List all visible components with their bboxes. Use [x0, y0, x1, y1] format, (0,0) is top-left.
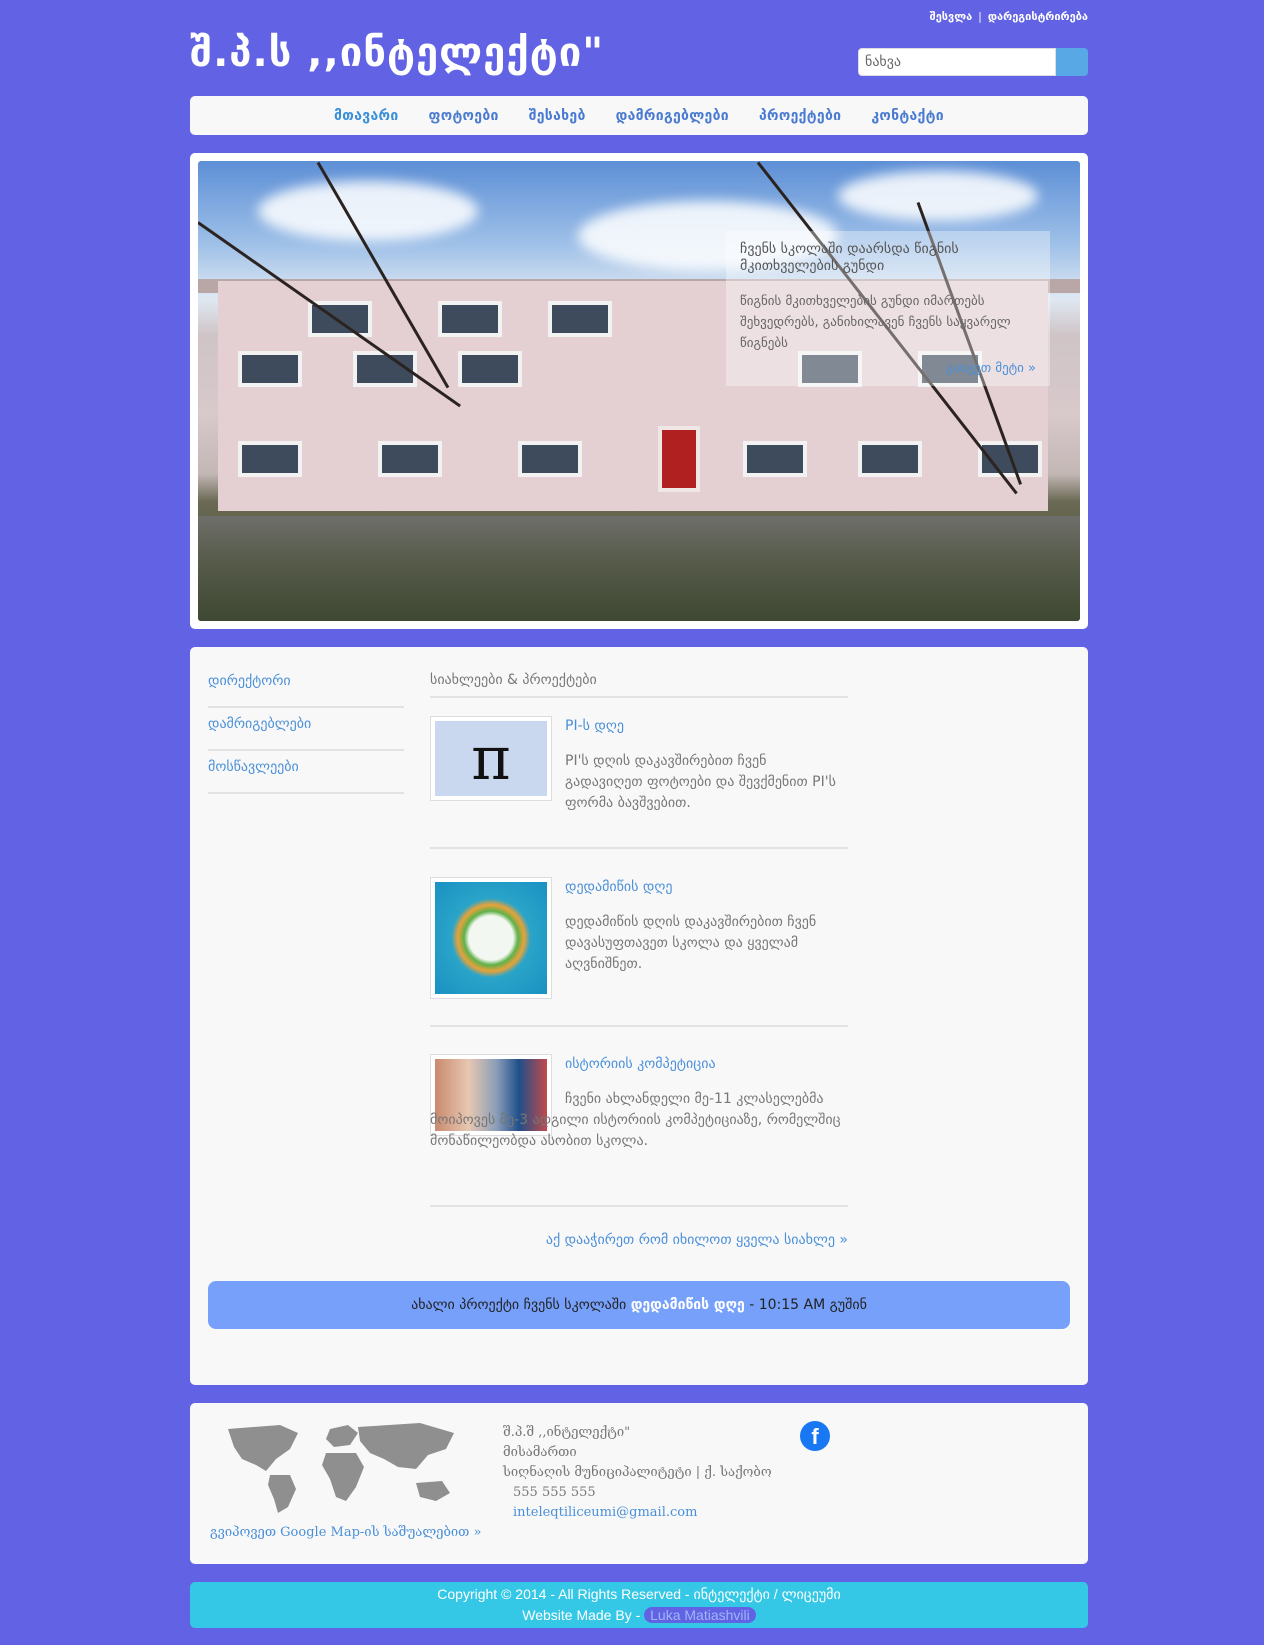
news-item: π PI-ს დღე PI'ს დღის დაკავშირებით ჩვენ გ… [430, 698, 848, 849]
nav-item-home[interactable]: მთავარი [334, 108, 398, 124]
nav-item-photos[interactable]: ფოტოები [429, 108, 499, 124]
top-links: შესვლა | დარეგისტრირება [930, 10, 1088, 23]
news-title[interactable]: ისტორიის კომპეტიცია [565, 1056, 716, 1072]
nav-item-projects[interactable]: პროექტები [759, 108, 841, 124]
news-list: სიახლეები & პროექტები π PI-ს დღე PI'ს დღ… [430, 665, 848, 1248]
side-menu-item-teachers[interactable]: დამრიგებლები [208, 708, 404, 751]
hero-more-link[interactable]: გაიგეთ მეტი » [946, 361, 1036, 376]
news-ticker: ახალი პროექტი ჩვენს სკოლაში დედამიწის დღ… [208, 1281, 1070, 1329]
ticker-link[interactable]: დედამიწის დღე [631, 1297, 745, 1313]
author-link[interactable]: Luka Matiashvili [644, 1607, 756, 1623]
news-thumbnail[interactable]: π [430, 716, 552, 801]
footer: გვიპოვეთ Google Map-ის საშუალებით » შ.პ.… [190, 1403, 1088, 1564]
copyright-text: Copyright © 2014 - All Rights Reserved -… [437, 1586, 841, 1602]
side-menu-item-director[interactable]: დირექტორი [208, 665, 404, 708]
ticker-prefix: ახალი პროექტი ჩვენს სკოლაში [411, 1297, 627, 1313]
news-text: ჩვენი ახლანდელი მე-11 კლასელებმა მოიპოვე… [430, 1091, 841, 1149]
made-by-label: Website Made By - [522, 1607, 641, 1623]
all-news-link[interactable]: აქ დააჭირეთ რომ იხილოთ ყველა სიახლე » [546, 1232, 848, 1248]
google-map-link[interactable]: გვიპოვეთ Google Map-ის საშუალებით » [210, 1525, 481, 1540]
nav-item-contact[interactable]: კონტაქტი [871, 108, 944, 124]
site-logo[interactable]: შ.პ.ს ,,ინტელექტი" [190, 30, 604, 76]
main-nav: მთავარი ფოტოები შესახებ დამრიგებლები პრო… [190, 96, 1088, 135]
address: სიღნაღის მუნიციპალიტეტი | ქ. საქობო [503, 1465, 772, 1480]
org-name: შ.პ.შ ,,ინტელექტი" [503, 1425, 631, 1440]
address-label: მისამართი [503, 1445, 577, 1460]
news-heading: სიახლეები & პროექტები [430, 665, 848, 698]
news-text: PI'ს დღის დაკავშირებით ჩვენ გადავიღეთ ფო… [565, 753, 836, 811]
hero-text: წიგნის მკითხველების გუნდი იმართებს შეხვე… [740, 294, 1011, 351]
ticker-suffix: - 10:15 AM გუშინ [749, 1297, 867, 1313]
login-link[interactable]: შესვლა [930, 10, 973, 23]
hero-caption: ჩვენს სკოლაში დაარსდა წიგნის მკითხველები… [726, 231, 1050, 386]
phone: 555 555 555 [513, 1485, 596, 1500]
hero-slider: ჩვენს სკოლაში დაარსდა წიგნის მკითხველები… [190, 153, 1088, 629]
made-by-line: Website Made By - Luka Matiashvili [190, 1605, 1088, 1626]
search-box [858, 48, 1088, 76]
nav-item-about[interactable]: შესახებ [529, 108, 586, 124]
search-button[interactable] [1056, 48, 1088, 76]
world-map-icon[interactable] [220, 1419, 466, 1515]
news-item: დედამიწის დღე დედამიწის დღის დაკავშირები… [430, 849, 848, 1027]
news-title[interactable]: PI-ს დღე [565, 718, 624, 734]
pi-icon: π [435, 721, 547, 796]
news-title[interactable]: დედამიწის დღე [565, 879, 673, 895]
email-link[interactable]: inteleqtiliceumi@gmail.com [503, 1505, 697, 1520]
side-menu: დირექტორი დამრიგებლები მოსწავლეები [208, 665, 404, 794]
separator: | [978, 10, 982, 23]
hero-title: ჩვენს სკოლაში დაარსდა წიგნის მკითხველები… [740, 241, 959, 274]
side-menu-item-students[interactable]: მოსწავლეები [208, 751, 404, 794]
search-input[interactable] [858, 48, 1056, 76]
news-thumbnail[interactable] [430, 877, 552, 999]
register-link[interactable]: დარეგისტრირება [988, 10, 1088, 23]
copyright-bar: Copyright © 2014 - All Rights Reserved -… [190, 1582, 1088, 1628]
earth-day-image [435, 882, 547, 994]
facebook-icon[interactable]: f [800, 1421, 830, 1451]
hero-image: ჩვენს სკოლაში დაარსდა წიგნის მკითხველები… [198, 161, 1080, 621]
nav-item-teachers[interactable]: დამრიგებლები [616, 108, 729, 124]
news-item: ისტორიის კომპეტიცია ჩვენი ახლანდელი მე-1… [430, 1027, 848, 1207]
address-block: შ.პ.შ ,,ინტელექტი" მისამართი სიღნაღის მუ… [503, 1423, 772, 1523]
news-text: დედამიწის დღის დაკავშირებით ჩვენ დავასუფ… [565, 914, 817, 972]
main-content: დირექტორი დამრიგებლები მოსწავლეები სიახლ… [190, 647, 1088, 1385]
